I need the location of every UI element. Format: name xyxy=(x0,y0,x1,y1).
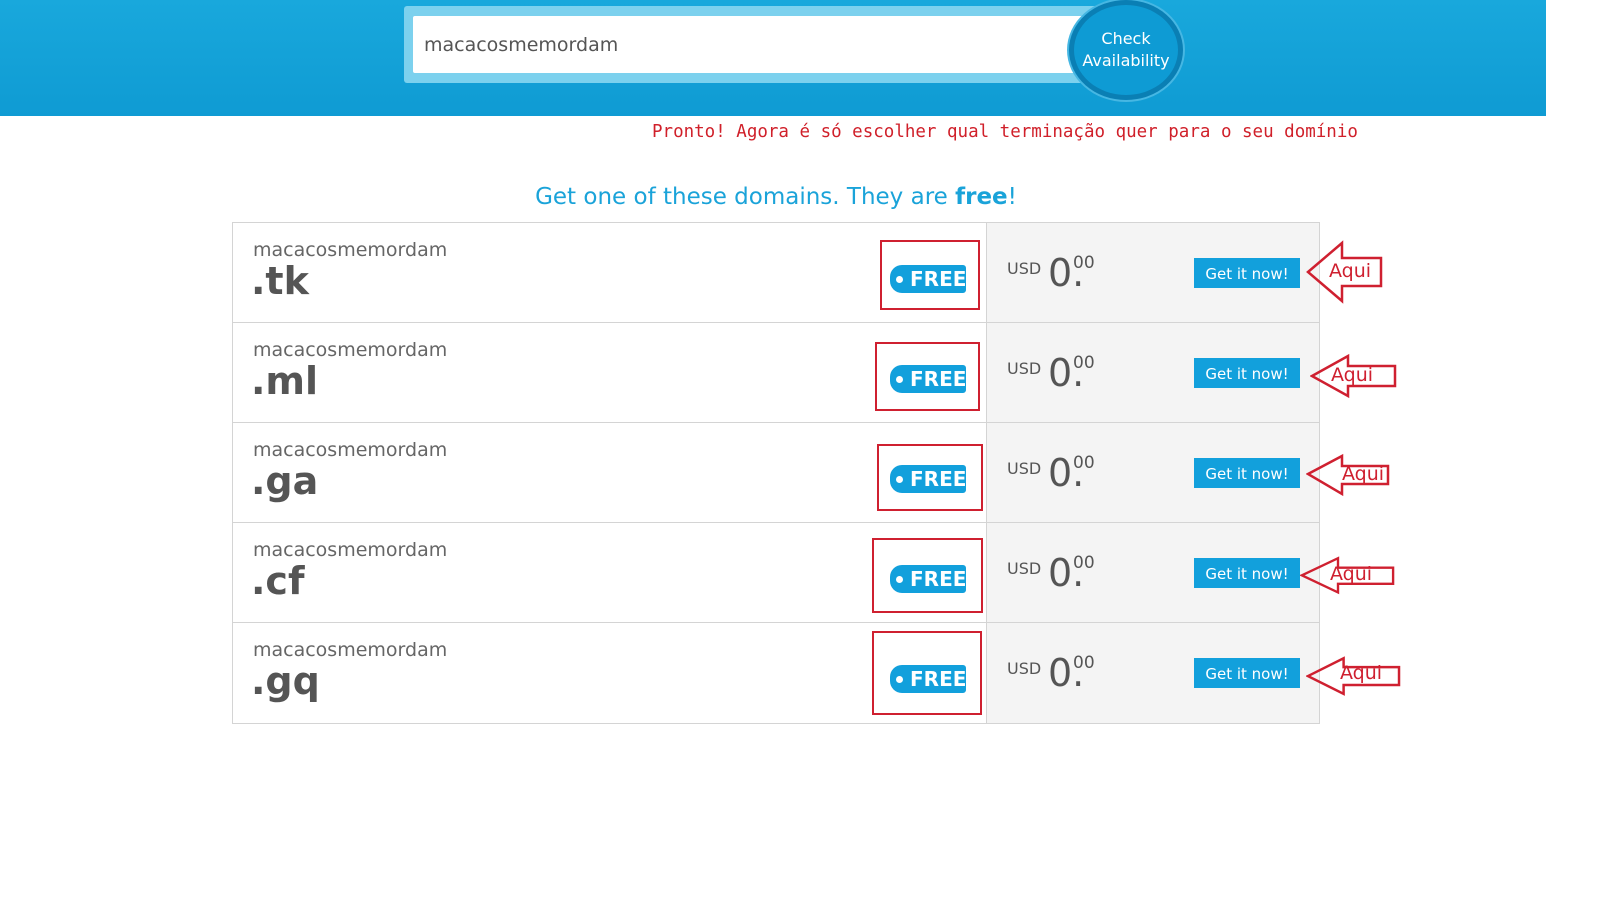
annotation-label: Aqui xyxy=(1340,662,1383,684)
headline-suffix: ! xyxy=(1007,184,1017,210)
domain-info-cell: macacosmemordam .tk FREE xyxy=(233,223,986,322)
domain-name: macacosmemordam xyxy=(253,239,448,261)
annotation-label: Aqui xyxy=(1330,563,1373,585)
get-it-now-button[interactable]: Get it now! xyxy=(1194,258,1300,288)
domain-tld: .ga xyxy=(251,459,319,503)
get-it-now-button[interactable]: Get it now! xyxy=(1194,558,1300,588)
annotation-notice: Pronto! Agora é só escolher qual termina… xyxy=(652,122,1358,142)
get-it-now-button[interactable]: Get it now! xyxy=(1194,458,1300,488)
price-cents: 00 xyxy=(1073,253,1095,273)
headline-emphasis: free xyxy=(955,184,1008,210)
annotation-label: Aqui xyxy=(1329,260,1372,282)
headline-text: Get one of these domains. They are xyxy=(535,184,956,210)
highlight-box xyxy=(872,538,983,613)
highlight-box xyxy=(875,342,980,411)
price-currency: USD xyxy=(1007,259,1042,278)
domain-info-cell: macacosmemordam .ga FREE xyxy=(233,423,986,522)
domain-row: macacosmemordam .tk FREE USD 0. 00 Get i… xyxy=(233,223,1319,323)
domain-name: macacosmemordam xyxy=(253,339,448,361)
domain-price-cell: USD 0. 00 Get it now! xyxy=(986,523,1319,622)
price-currency: USD xyxy=(1007,459,1042,478)
domain-price-cell: USD 0. 00 Get it now! xyxy=(986,423,1319,522)
domain-results-table: macacosmemordam .tk FREE USD 0. 00 Get i… xyxy=(232,222,1320,724)
domain-row: macacosmemordam .ga FREE USD 0. 00 Get i… xyxy=(233,423,1319,523)
price-currency: USD xyxy=(1007,659,1042,678)
price-cents: 00 xyxy=(1073,353,1095,373)
domain-tld: .ml xyxy=(251,359,319,403)
domain-tld: .gq xyxy=(251,659,320,703)
price-cents: 00 xyxy=(1073,653,1095,673)
get-it-now-button[interactable]: Get it now! xyxy=(1194,658,1300,688)
domain-price-cell: USD 0. 00 Get it now! xyxy=(986,223,1319,322)
page-headline: Get one of these domains. They are free! xyxy=(0,184,1552,210)
domain-row: macacosmemordam .cf FREE USD 0. 00 Get i… xyxy=(233,523,1319,623)
highlight-box xyxy=(880,240,980,310)
domain-info-cell: macacosmemordam .ml FREE xyxy=(233,323,986,422)
price-cents: 00 xyxy=(1073,453,1095,473)
price-currency: USD xyxy=(1007,559,1042,578)
domain-row: macacosmemordam .gq FREE USD 0. 00 Get i… xyxy=(233,623,1319,723)
domain-price-cell: USD 0. 00 Get it now! xyxy=(986,323,1319,422)
price-cents: 00 xyxy=(1073,553,1095,573)
domain-name: macacosmemordam xyxy=(253,439,448,461)
domain-price-cell: USD 0. 00 Get it now! xyxy=(986,623,1319,723)
highlight-box xyxy=(872,631,982,715)
highlight-box xyxy=(877,444,983,511)
check-availability-button[interactable]: Check Availability xyxy=(1069,0,1183,100)
domain-name: macacosmemordam xyxy=(253,639,448,661)
annotation-label: Aqui xyxy=(1342,463,1385,485)
get-it-now-button[interactable]: Get it now! xyxy=(1194,358,1300,388)
domain-search-input[interactable] xyxy=(413,16,1083,73)
domain-tld: .cf xyxy=(251,559,305,603)
annotation-label: Aqui xyxy=(1331,364,1374,386)
domain-search-box xyxy=(404,6,1114,83)
domain-row: macacosmemordam .ml FREE USD 0. 00 Get i… xyxy=(233,323,1319,423)
price-currency: USD xyxy=(1007,359,1042,378)
domain-tld: .tk xyxy=(251,259,309,303)
check-availability-label: Check Availability xyxy=(1082,29,1170,70)
domain-name: macacosmemordam xyxy=(253,539,448,561)
